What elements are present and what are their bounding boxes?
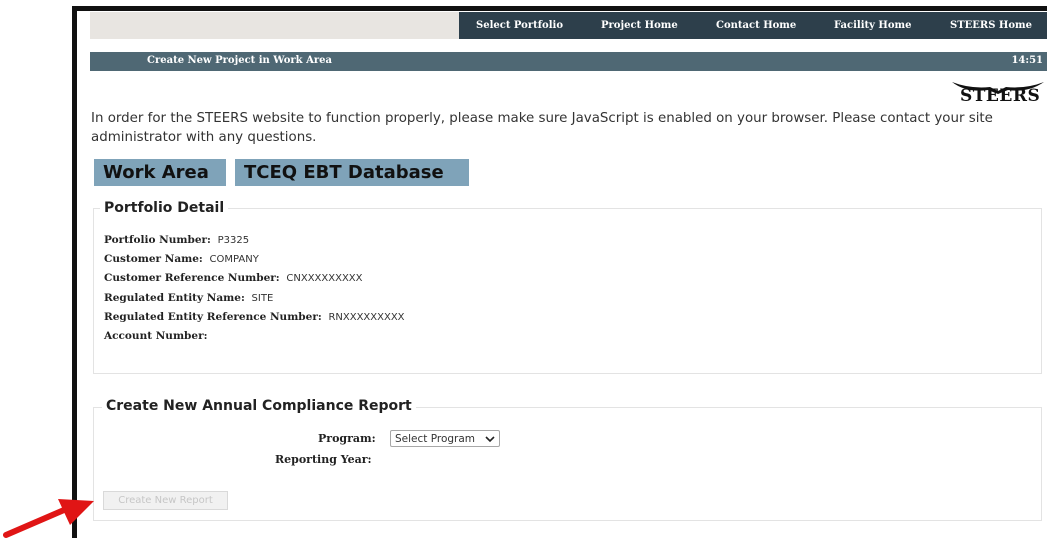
field-label: Portfolio Number: <box>104 234 211 246</box>
customer-name-row: Customer Name: COMPANY <box>104 253 259 265</box>
chevron-down-icon <box>485 436 495 443</box>
field-value: COMPANY <box>209 254 259 265</box>
steers-logo: STEERS <box>950 80 1047 108</box>
nav-contact-home[interactable]: Contact Home <box>716 20 796 31</box>
page-title-bar: Create New Project in Work Area 14:51 <box>90 52 1047 71</box>
session-clock: 14:51 <box>1011 55 1043 66</box>
tab-tceq-ebt-database[interactable]: TCEQ EBT Database <box>235 159 469 186</box>
field-value: CNXXXXXXXXX <box>286 273 363 284</box>
field-label: Account Number: <box>104 330 208 342</box>
regulated-entity-name-row: Regulated Entity Name: SITE <box>104 292 273 304</box>
top-nav: Select Portfolio Project Home Contact Ho… <box>90 12 1047 39</box>
regulated-entity-reference-row: Regulated Entity Reference Number: RNXXX… <box>104 311 405 323</box>
program-select-value: Select Program <box>395 432 476 445</box>
page-title: Create New Project in Work Area <box>147 55 332 66</box>
field-label: Customer Name: <box>104 253 203 265</box>
nav-steers-home[interactable]: STEERS Home <box>950 20 1032 31</box>
create-new-report-button[interactable]: Create New Report <box>103 491 228 510</box>
nav-bar: Select Portfolio Project Home Contact Ho… <box>459 12 1047 39</box>
compliance-report-legend: Create New Annual Compliance Report <box>102 398 416 414</box>
program-select[interactable]: Select Program <box>390 430 500 447</box>
portfolio-detail-legend: Portfolio Detail <box>100 200 229 216</box>
nav-facility-home[interactable]: Facility Home <box>834 20 912 31</box>
annotation-arrow-icon <box>3 499 94 538</box>
reporting-year-label: Reporting Year: <box>275 453 372 466</box>
program-label: Program: <box>318 432 376 445</box>
field-value: RNXXXXXXXXX <box>328 312 405 323</box>
field-value: SITE <box>251 293 274 304</box>
field-label: Regulated Entity Name: <box>104 292 245 304</box>
portfolio-number-row: Portfolio Number: P3325 <box>104 234 249 246</box>
nav-project-home[interactable]: Project Home <box>601 20 678 31</box>
portfolio-detail-panel <box>93 208 1042 374</box>
nav-select-portfolio[interactable]: Select Portfolio <box>476 20 563 31</box>
tab-work-area[interactable]: Work Area <box>94 159 226 186</box>
javascript-notice: In order for the STEERS website to funct… <box>91 111 993 145</box>
field-value: P3325 <box>217 235 250 246</box>
compliance-report-panel <box>93 407 1042 521</box>
logo-text: STEERS <box>960 86 1041 106</box>
field-label: Regulated Entity Reference Number: <box>104 311 322 323</box>
account-number-row: Account Number: <box>104 330 211 342</box>
field-label: Customer Reference Number: <box>104 272 280 284</box>
customer-reference-row: Customer Reference Number: CNXXXXXXXXX <box>104 272 363 284</box>
